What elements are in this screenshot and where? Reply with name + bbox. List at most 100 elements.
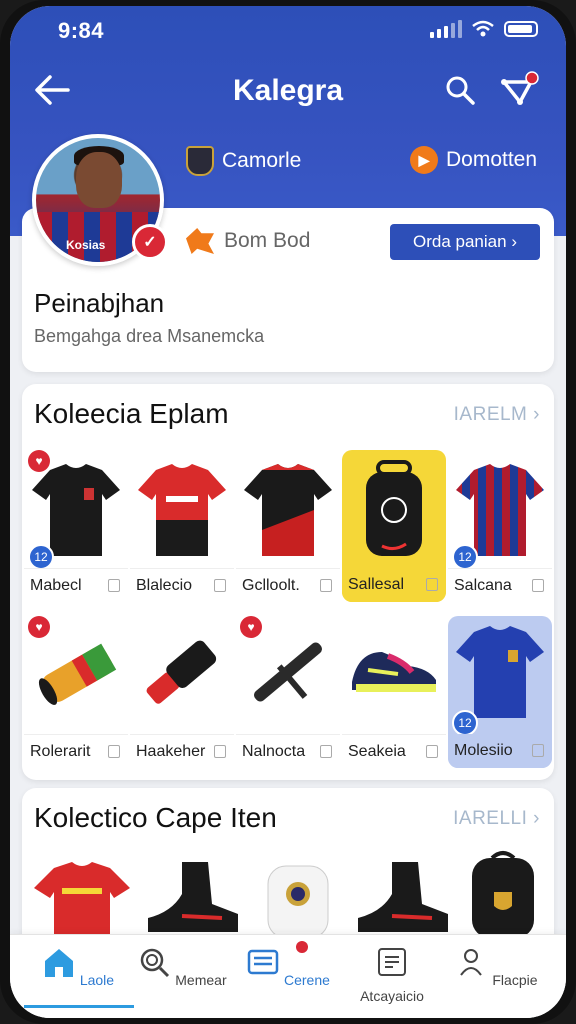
order-button[interactable]: Orda panian ›	[390, 224, 540, 260]
product-label: Haakeher	[136, 742, 206, 760]
product-label-row: Sallesal	[342, 568, 446, 602]
share-icon[interactable]	[500, 70, 540, 108]
quantity-badge: 12	[28, 544, 54, 570]
checkbox-icon[interactable]	[426, 578, 438, 591]
tab-label: Laole	[79, 972, 115, 988]
chevron-right-icon: ›	[533, 404, 540, 425]
favorite-badge-icon: ♥	[28, 616, 50, 638]
section-title: Kolectico Cape Iten	[34, 802, 277, 833]
club-crest-icon	[186, 146, 214, 176]
tab-label: Atcayaicio	[360, 988, 424, 1004]
product-card[interactable]: Blalecio	[130, 450, 234, 602]
product-card[interactable]: Haakeher	[130, 616, 234, 768]
product-card[interactable]: ♥ Nalnocta	[236, 616, 340, 768]
product-label: Gclloolt.	[242, 576, 300, 594]
product-card[interactable]: Gclloolt.	[236, 450, 340, 602]
black-red-shirt-icon	[244, 464, 332, 556]
wifi-icon	[472, 20, 494, 37]
lock-icon	[320, 579, 332, 592]
profile-subtitle: Bemgahga drea Msanemcka	[34, 326, 265, 346]
search-icon	[141, 948, 170, 978]
order-arrow-icon: ›	[511, 232, 517, 251]
backpack-icon	[366, 460, 422, 556]
signal-icon	[430, 20, 462, 38]
scarf-tube-icon	[38, 643, 117, 705]
flashlight-icon	[146, 640, 217, 704]
product-card[interactable]: Seakeia	[342, 616, 446, 768]
status-time: 9:84	[58, 18, 105, 43]
section-see-all-link[interactable]: IARELLI ›	[453, 808, 540, 830]
list-card-icon	[247, 949, 279, 975]
product-label: Sallesal	[348, 576, 405, 593]
red-black-shirt-icon	[138, 464, 226, 556]
product-card-selected[interactable]: 12 Molesiio	[448, 616, 552, 768]
red-shirt-icon	[34, 862, 130, 938]
page-title: Kalegra	[232, 74, 344, 107]
product-label-row: Molesiio	[448, 734, 552, 768]
collection-section-1: Koleecia Eplam IARELM › ♥ 12 Mabecl Blal…	[22, 384, 554, 780]
tab-profile[interactable]: Flacpie	[446, 945, 546, 988]
product-label-row: Rolerarit	[24, 734, 128, 768]
product-label-row: Mabecl	[24, 568, 128, 602]
tab-activity[interactable]: Atcayaicio	[342, 945, 442, 1004]
product-label: Rolerarit	[30, 742, 91, 760]
section-see-all-link[interactable]: IARELM ›	[454, 404, 540, 426]
tab-center[interactable]: Cerene	[238, 945, 338, 988]
product-label-row: Nalnocta	[236, 734, 340, 768]
tab-label: Cerene	[283, 972, 330, 988]
favorite-badge-icon: ♥	[28, 450, 50, 472]
profile-name: Peinabjhan	[34, 288, 165, 318]
lock-icon	[214, 579, 226, 592]
checkbox-icon[interactable]	[532, 744, 544, 757]
tab-home[interactable]: Laole	[28, 945, 128, 988]
black-backpack-icon	[472, 851, 534, 938]
search-icon[interactable]	[444, 74, 476, 106]
boot-icon	[148, 862, 238, 932]
product-label-row: Haakeher	[130, 734, 234, 768]
product-label-row: Salcana	[448, 568, 552, 602]
product-label-row: Blalecio	[130, 568, 234, 602]
section-title: Koleecia Eplam	[34, 398, 229, 429]
product-card[interactable]: ♥ 12 Mabecl	[24, 450, 128, 602]
favorite-badge-icon: ♥	[240, 616, 262, 638]
product-card[interactable]: ♥ Rolerarit	[24, 616, 128, 768]
order-button-label: Orda panian	[413, 232, 507, 251]
quantity-badge: 12	[452, 710, 478, 736]
see-all-label: IARELLI	[453, 808, 528, 829]
header-actions: Camorle ▶ Domotten	[186, 146, 556, 182]
bottom-tab-bar: Laole Memear Cerene Atcayaicio Flacpie	[10, 934, 566, 1018]
sneaker-icon	[352, 652, 436, 692]
home-icon	[44, 949, 73, 977]
boot-icon	[358, 862, 448, 932]
product-label: Salcana	[454, 576, 512, 594]
see-all-label: IARELM	[453, 404, 528, 425]
white-backpack-icon	[267, 865, 329, 938]
product-label: Nalnocta	[242, 742, 306, 760]
bom-bod-label: Bom Bod	[224, 229, 311, 252]
notification-dot-icon	[296, 941, 308, 953]
tab-search[interactable]: Memear	[132, 945, 232, 988]
product-card[interactable]: 12 Salcana	[448, 450, 552, 602]
edit-badge-icon[interactable]: ✓	[132, 224, 168, 260]
product-card-selected[interactable]: Sallesal	[342, 450, 446, 602]
camorle-button[interactable]: Camorle	[186, 146, 301, 176]
domotten-button[interactable]: ▶ Domotten	[410, 146, 537, 174]
lock-icon	[108, 745, 120, 758]
battery-icon	[504, 21, 538, 37]
tab-label: Memear	[175, 972, 227, 988]
product-label: Mabecl	[30, 576, 82, 594]
lock-icon	[426, 745, 438, 758]
lock-icon	[532, 579, 544, 592]
bom-bod-icon	[186, 228, 214, 254]
blue-shirt-icon	[456, 626, 544, 718]
camorle-label: Camorle	[222, 149, 302, 172]
bom-bod-link[interactable]: Bom Bod	[186, 228, 310, 254]
product-label-row: Seakeia	[342, 734, 446, 768]
quantity-badge: 12	[452, 544, 478, 570]
app-screen: 9:84 Kalegra Camorle ▶ Domotten Kosias ✓	[10, 6, 566, 1018]
product-label-row: Gclloolt.	[236, 568, 340, 602]
avatar-shirt-text: Kosias	[66, 238, 106, 252]
user-icon	[460, 949, 483, 976]
lock-icon	[320, 745, 332, 758]
play-icon: ▶	[410, 146, 438, 174]
